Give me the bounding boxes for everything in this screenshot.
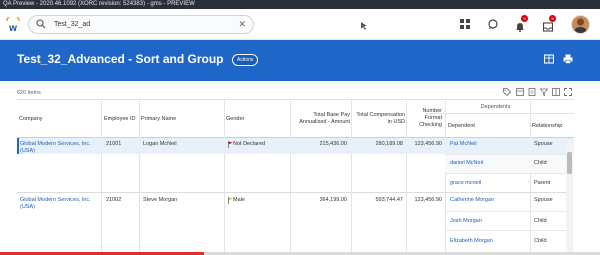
chat-icon[interactable]	[488, 19, 498, 29]
notifications-button[interactable]: 9	[515, 15, 528, 32]
col-gender[interactable]: Gender	[226, 116, 244, 123]
columns-icon[interactable]	[552, 88, 560, 96]
clear-search-icon[interactable]: ✕	[238, 16, 246, 33]
table-scrollbar[interactable]	[566, 140, 573, 252]
app-header: w Test_32_ad ✕ 9 9	[0, 9, 600, 40]
svg-text:w: w	[8, 23, 17, 33]
col-number-format-line1: Number	[422, 108, 442, 114]
view-document-icon[interactable]	[528, 88, 536, 96]
inbox-badge: 9	[549, 15, 556, 22]
inbox-icon	[542, 22, 554, 32]
company-link-line2[interactable]: (USA)	[20, 204, 35, 211]
search-value: Test_32_ad	[54, 21, 91, 28]
actions-button[interactable]: Actions	[232, 54, 259, 66]
col-total-base-pay-line1: Total Base Pay	[313, 112, 350, 118]
gender: Male	[233, 197, 245, 203]
export-icon[interactable]	[516, 88, 524, 96]
relationship: Child	[534, 160, 547, 166]
apps-grid-icon[interactable]	[460, 19, 470, 29]
total-compensation: 593,744.47	[375, 197, 403, 203]
inbox-button[interactable]: 9	[542, 15, 556, 32]
col-primary-name[interactable]: Primary Name	[141, 116, 176, 123]
total-base-pay: 364,199.00	[319, 197, 347, 203]
company-link[interactable]: Global Modern Services, Inc.	[20, 141, 91, 148]
number-format: 123,456.90	[414, 141, 442, 147]
col-number-format-line2: Format	[424, 115, 442, 121]
dependent-link[interactable]: Catherine Morgan	[450, 197, 494, 204]
primary-name: Steve Morgan	[143, 197, 178, 203]
print-icon[interactable]	[563, 54, 573, 64]
tag-icon[interactable]	[503, 88, 511, 96]
scrollbar-thumb[interactable]	[567, 152, 572, 174]
col-number-format[interactable]: Number Format Checking	[407, 108, 442, 129]
search-icon	[36, 19, 46, 29]
col-employee-id[interactable]: Employee ID	[104, 116, 136, 123]
window-title: QA Preview - 2020.46.1092 (XORC revision…	[0, 0, 600, 9]
items-count: 620 items	[17, 90, 41, 96]
col-number-format-line3: Checking	[419, 122, 442, 128]
total-compensation: 280,189.08	[375, 141, 403, 147]
relationship: Spouse	[534, 141, 553, 147]
company-link-line2[interactable]: (USA)	[20, 148, 35, 155]
dependent-link[interactable]: Elizabeth Morgan	[450, 238, 493, 245]
relationship: Parent	[534, 180, 551, 186]
relationship: Child	[534, 218, 547, 224]
col-total-comp-line2: in USD	[387, 119, 405, 125]
bell-icon	[516, 23, 524, 32]
col-total-base-pay-line2: Annualized - Amount	[299, 119, 350, 125]
notifications-badge: 9	[521, 15, 528, 22]
fullscreen-icon[interactable]	[564, 88, 572, 96]
search-input[interactable]: Test_32_ad ✕	[28, 15, 254, 34]
workday-logo-icon[interactable]: w	[5, 17, 21, 33]
page-title: Test_32_Advanced - Sort and Group	[17, 52, 224, 66]
dependent-link[interactable]: grace mcneil	[450, 180, 481, 187]
col-relationship[interactable]: Relationship	[532, 123, 562, 130]
employee-id: 21001	[106, 141, 122, 147]
cursor-icon	[361, 22, 367, 30]
relationship: Spouse	[534, 197, 553, 203]
number-format: 123,456.90	[414, 197, 442, 203]
filter-icon[interactable]	[540, 88, 548, 96]
dependent-link[interactable]: Josh Morgan	[450, 218, 482, 225]
col-total-comp-line1: Total Compensation	[356, 112, 405, 118]
gender: Not Declared	[233, 141, 266, 147]
col-total-base-pay[interactable]: Total Base Pay Annualized - Amount	[287, 112, 350, 126]
relationship: Child	[534, 238, 547, 244]
employee-id: 21002	[106, 197, 122, 203]
user-photo-icon	[574, 18, 587, 33]
dependent-link[interactable]: daniel McNeil	[450, 160, 483, 167]
total-base-pay: 215,436.00	[319, 141, 347, 147]
primary-name: Logan McNeil	[143, 141, 177, 147]
avatar[interactable]	[571, 15, 590, 34]
export-excel-icon[interactable]	[544, 54, 554, 64]
col-dependent[interactable]: Dependent	[448, 123, 475, 130]
col-total-compensation[interactable]: Total Compensation in USD	[353, 112, 405, 126]
dependent-link[interactable]: Pat McNeil	[450, 141, 477, 148]
col-company[interactable]: Company	[19, 116, 43, 123]
company-link[interactable]: Global Modern Services, Inc.	[20, 197, 91, 204]
